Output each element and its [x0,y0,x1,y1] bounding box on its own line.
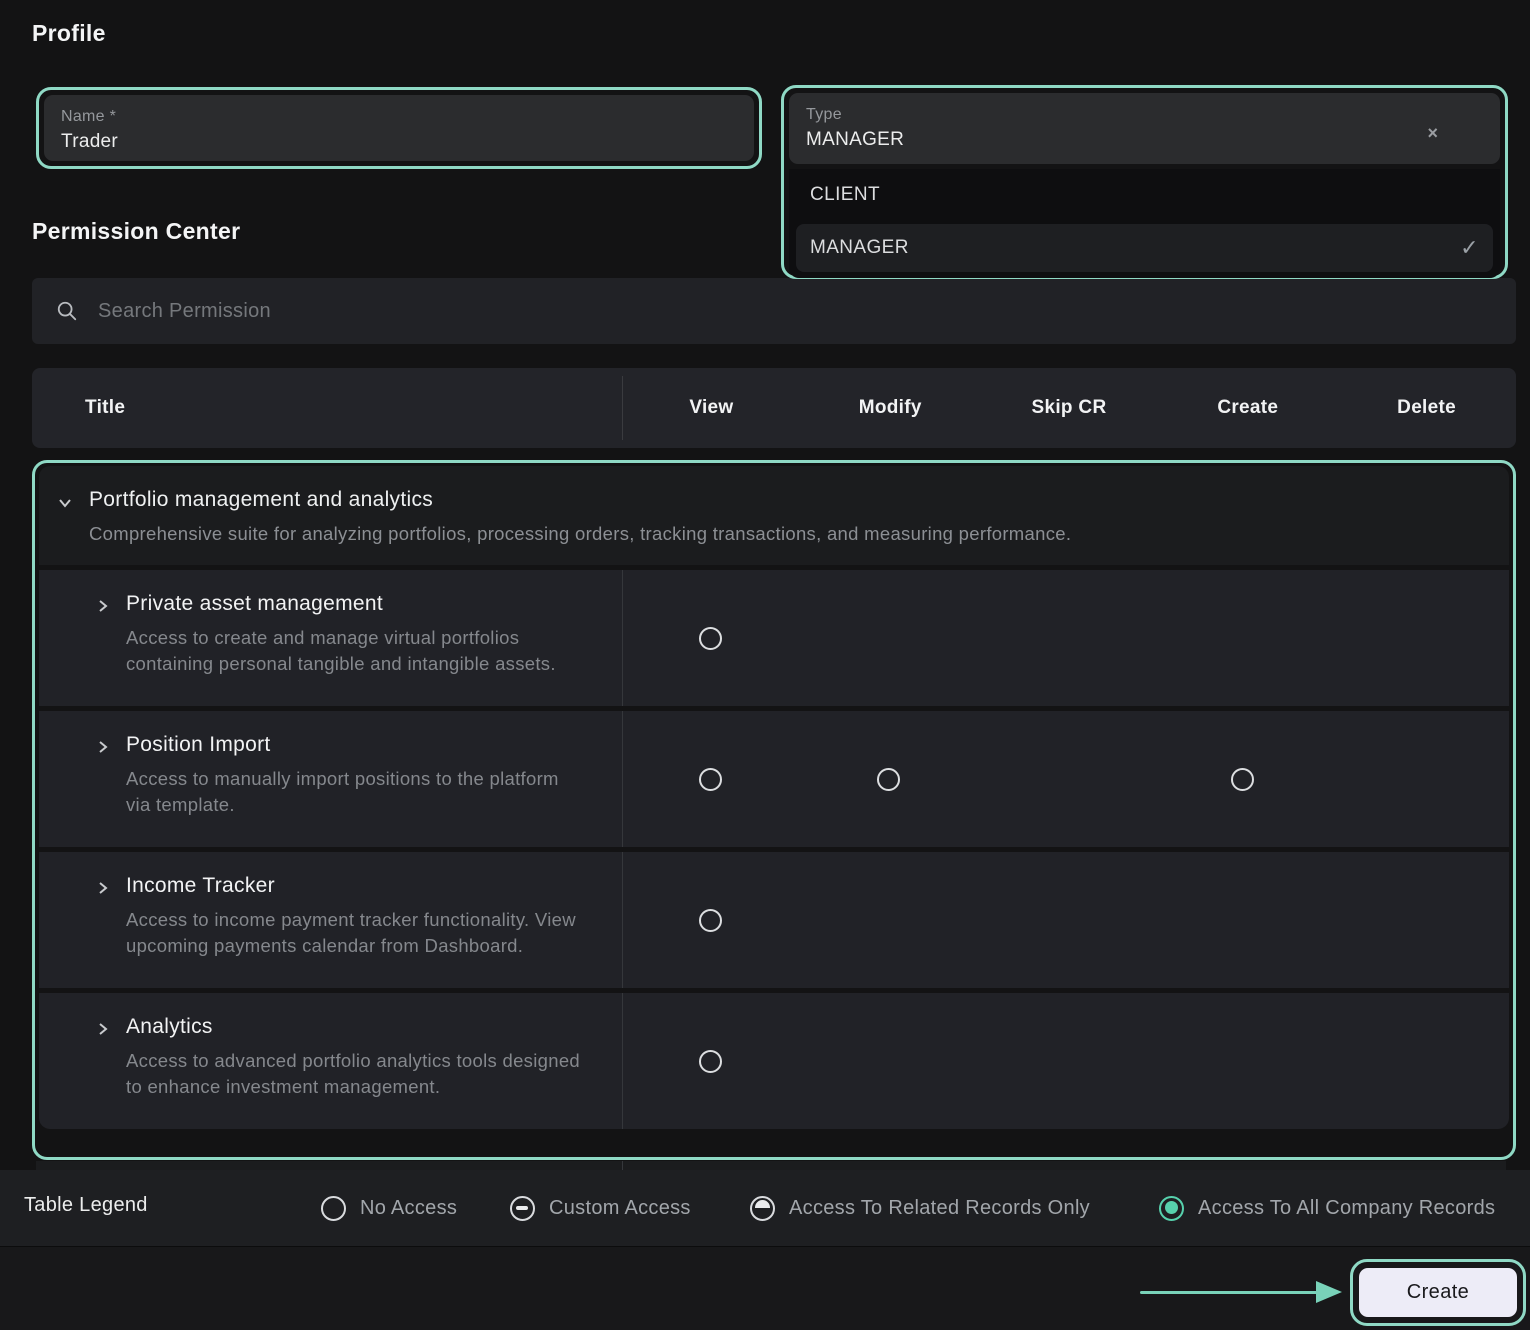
permission-row-analytics: Analytics Access to advanced portfolio a… [39,993,1509,1129]
row-column-divider [622,852,623,988]
radio-view-no-access[interactable] [699,626,723,650]
permission-group-highlight: Portfolio management and analytics Compr… [32,460,1516,1160]
legend-item-label: Access To All Company Records [1198,1196,1496,1219]
permission-center-title: Permission Center [32,218,241,244]
type-option-manager[interactable]: MANAGER ✓ [796,224,1493,272]
permission-row-position-import: Position Import Access to manually impor… [39,711,1509,847]
table-legend-bar: Table Legend No Access Custom Access Acc… [0,1170,1530,1246]
column-header-delete: Delete [1397,397,1456,418]
name-field-value[interactable]: Trader [61,131,737,153]
legend-item-label: No Access [360,1196,458,1219]
permission-profile-page: Profile Name * Trader Type MANAGER × CLI… [0,0,1530,1330]
chevron-right-icon[interactable] [95,739,111,755]
create-button[interactable]: Create [1359,1268,1517,1317]
row-title: Analytics [126,1015,213,1038]
check-icon: ✓ [1460,235,1479,260]
chevron-down-icon[interactable] [56,494,74,512]
search-permission-bar[interactable] [32,278,1516,344]
column-header-view: View [689,397,734,418]
type-field-label: Type [806,106,842,123]
radio-filled-icon [1159,1195,1184,1221]
row-column-divider [622,570,623,706]
search-icon [57,301,77,321]
permission-row-income-tracker: Income Tracker Access to income payment … [39,852,1509,988]
next-row-partial [36,1161,1506,1170]
name-field-highlight: Name * Trader [36,87,762,169]
type-field-value[interactable]: MANAGER [806,129,1483,151]
table-legend-label: Table Legend [24,1194,148,1216]
column-header-title: Title [85,397,126,418]
profile-section-title: Profile [32,20,106,46]
column-header-create: Create [1217,397,1279,418]
arrow-annotation-head [1316,1281,1342,1303]
row-title: Position Import [126,733,271,756]
row-description: Access to advanced portfolio analytics t… [126,1050,580,1097]
group-title: Portfolio management and analytics [89,488,434,511]
chevron-right-icon[interactable] [95,1021,111,1037]
legend-item-related-records: Access To Related Records Only [750,1170,1090,1246]
name-field[interactable]: Name * Trader [44,95,754,161]
radio-dash-icon [510,1195,535,1221]
row-description: Access to create and manage virtual port… [126,627,556,674]
row-title: Income Tracker [126,874,275,897]
row-title: Private asset management [126,592,383,615]
legend-item-all-company-records: Access To All Company Records [1159,1170,1495,1246]
arrow-annotation-line [1140,1291,1320,1294]
permission-row-private-asset-management: Private asset management Access to creat… [39,570,1509,706]
clear-icon[interactable]: × [1427,123,1438,144]
type-option-client[interactable]: CLIENT [796,171,1493,219]
footer-bar [0,1246,1530,1330]
group-description: Comprehensive suite for analyzing portfo… [89,523,1072,544]
radio-view-no-access[interactable] [699,767,723,791]
row-column-divider [622,993,623,1129]
type-select[interactable]: Type MANAGER × [789,93,1500,164]
column-header-skip-cr: Skip CR [1031,397,1107,418]
radio-empty-icon [321,1195,346,1221]
radio-modify-no-access[interactable] [876,767,900,791]
type-option-manager-label: MANAGER [810,237,909,258]
legend-item-label: Custom Access [549,1196,691,1219]
row-description: Access to income payment tracker functio… [126,909,576,956]
radio-view-no-access[interactable] [699,1049,723,1073]
group-header-portfolio-management[interactable]: Portfolio management and analytics Compr… [39,466,1509,565]
create-button-highlight: Create [1350,1259,1526,1326]
column-header-modify: Modify [858,397,922,418]
search-permission-input[interactable] [98,299,1492,323]
legend-item-no-access: No Access [321,1170,457,1246]
chevron-right-icon[interactable] [95,598,111,614]
row-column-divider [622,711,623,847]
row-description: Access to manually import positions to t… [126,768,559,815]
radio-half-filled-icon [750,1195,775,1221]
name-field-label: Name * [61,108,117,125]
permission-table-header: Title View Modify Skip CR Create Delete [32,368,1516,448]
chevron-right-icon[interactable] [95,880,111,896]
legend-item-label: Access To Related Records Only [789,1196,1090,1219]
type-dropdown-panel: CLIENT MANAGER ✓ [789,169,1500,278]
radio-view-no-access[interactable] [699,908,723,932]
header-column-divider [622,376,623,440]
legend-item-custom-access: Custom Access [510,1170,691,1246]
type-field-highlight: Type MANAGER × CLIENT MANAGER ✓ [781,85,1508,279]
radio-create-no-access[interactable] [1231,767,1255,791]
